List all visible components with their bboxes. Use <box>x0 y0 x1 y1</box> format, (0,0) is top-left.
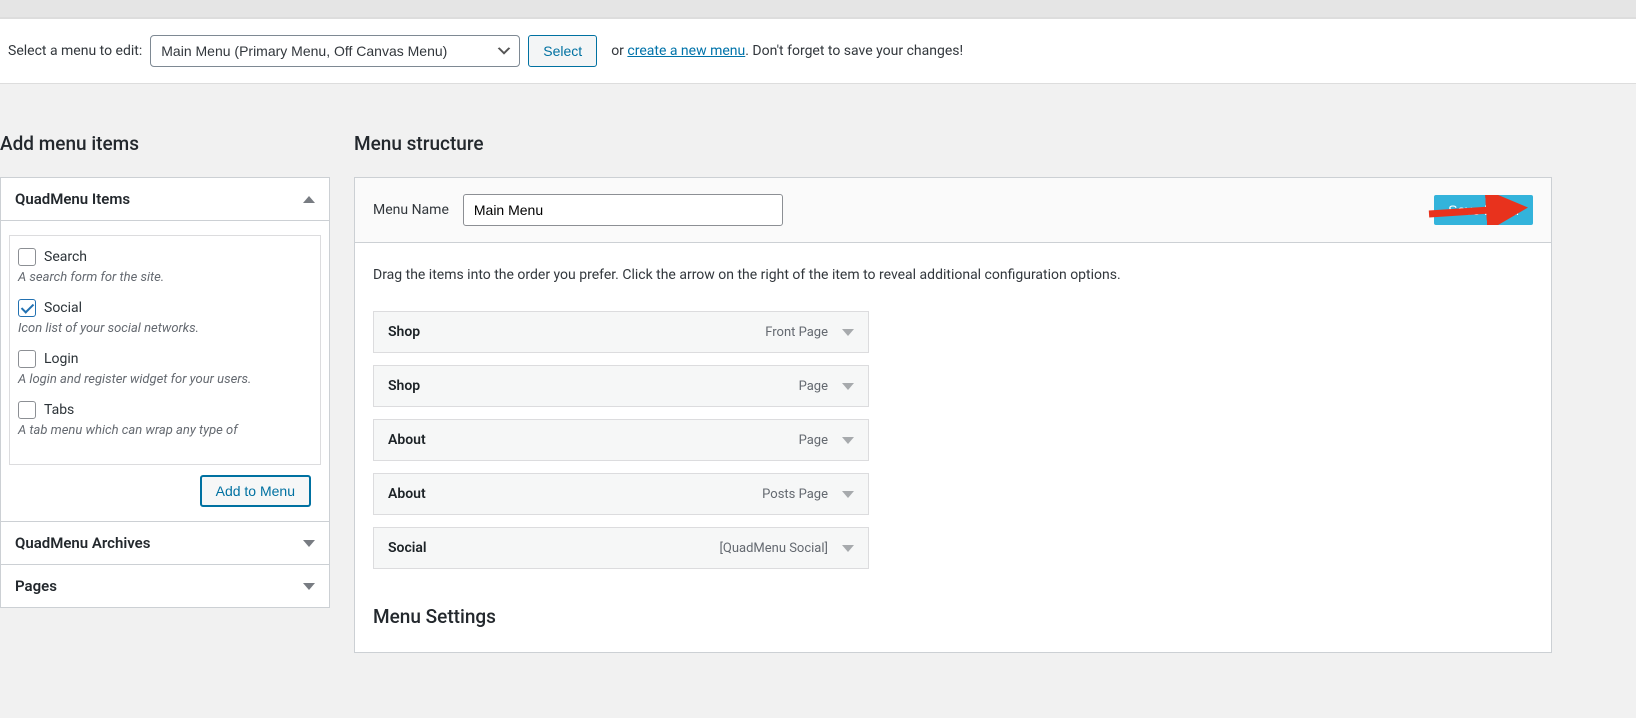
menu-item[interactable]: Social [QuadMenu Social] <box>373 527 869 569</box>
menu-select-bar: Select a menu to edit: Main Menu (Primar… <box>0 18 1636 84</box>
checkbox-tabs[interactable] <box>18 401 36 419</box>
drag-help-text: Drag the items into the order you prefer… <box>373 267 1533 283</box>
menu-header: Menu Name Save Menu <box>355 178 1551 243</box>
quadmenu-archives-panel: QuadMenu Archives <box>0 522 330 565</box>
quadmenu-items-toggle[interactable]: QuadMenu Items <box>1 178 329 221</box>
menu-edit-box: Menu Name Save Menu D <box>354 177 1552 653</box>
pages-panel: Pages <box>0 565 330 608</box>
menu-structure-heading: Menu structure <box>354 132 1552 155</box>
chevron-down-icon <box>303 540 315 547</box>
checkbox-login[interactable] <box>18 350 36 368</box>
checkbox-search[interactable] <box>18 248 36 266</box>
chevron-down-icon[interactable] <box>842 545 854 552</box>
list-item: Tabs A tab menu which can wrap any type … <box>18 401 312 438</box>
menu-name-input[interactable] <box>463 194 783 226</box>
quadmenu-items-list[interactable]: Search A search form for the site. Socia… <box>9 235 321 465</box>
menu-name-label: Menu Name <box>373 202 449 218</box>
add-menu-items-heading: Add menu items <box>0 132 330 155</box>
chevron-down-icon[interactable] <box>842 329 854 336</box>
list-item: Social Icon list of your social networks… <box>18 299 312 336</box>
quadmenu-items-panel: QuadMenu Items Search A search form for … <box>0 177 330 522</box>
menu-select-dropdown[interactable]: Main Menu (Primary Menu, Off Canvas Menu… <box>150 35 520 67</box>
menu-item[interactable]: About Page <box>373 419 869 461</box>
create-new-menu-link[interactable]: create a new menu <box>627 43 745 59</box>
chevron-down-icon[interactable] <box>842 491 854 498</box>
or-text: or create a new menu. Don't forget to sa… <box>611 43 963 59</box>
menu-item[interactable]: Shop Front Page <box>373 311 869 353</box>
select-button[interactable]: Select <box>528 35 597 67</box>
list-item: Login A login and register widget for yo… <box>18 350 312 387</box>
menu-settings-heading: Menu Settings <box>373 605 1533 628</box>
menu-item[interactable]: About Posts Page <box>373 473 869 515</box>
chevron-down-icon <box>303 583 315 590</box>
chevron-down-icon[interactable] <box>842 437 854 444</box>
menu-select-label: Select a menu to edit: <box>8 43 142 59</box>
quadmenu-archives-toggle[interactable]: QuadMenu Archives <box>1 522 329 564</box>
menu-item[interactable]: Shop Page <box>373 365 869 407</box>
pages-toggle[interactable]: Pages <box>1 565 329 607</box>
chevron-down-icon[interactable] <box>842 383 854 390</box>
list-item: Search A search form for the site. <box>18 248 312 285</box>
add-to-menu-button[interactable]: Add to Menu <box>200 475 311 507</box>
chevron-up-icon <box>303 196 315 203</box>
checkbox-social[interactable] <box>18 299 36 317</box>
save-menu-button[interactable]: Save Menu <box>1434 195 1533 225</box>
